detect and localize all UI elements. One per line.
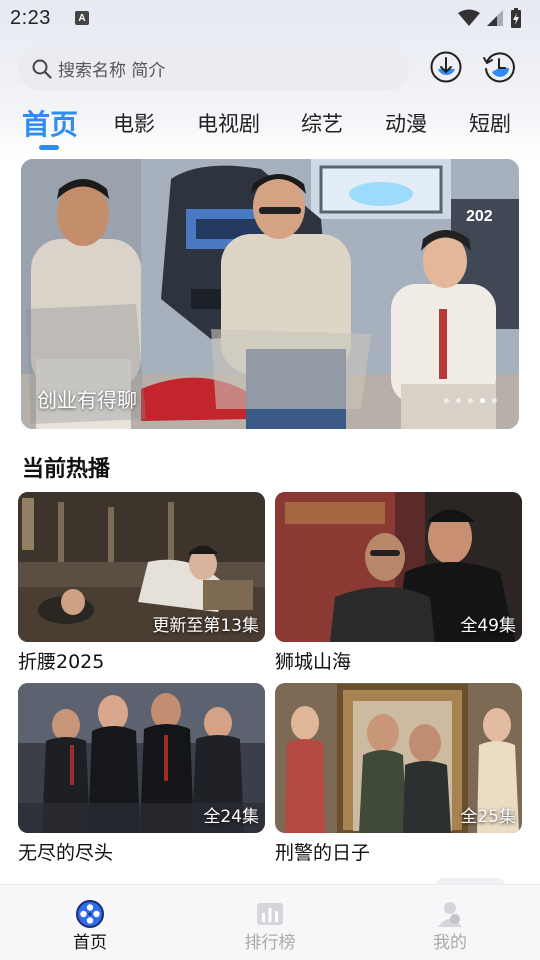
nav-label: 首页 [73,933,107,953]
featured-banner[interactable]: 202 创业有得聊 [21,159,519,429]
card-title: 刑警的日子 [275,842,371,864]
carousel-dot-active [480,398,485,403]
card-title: 折腰2025 [18,651,105,673]
status-bar: 2:23 A [0,0,540,36]
card-poster: 全25集 [275,683,522,833]
card-item[interactable]: 全49集 狮城山海 [275,492,522,674]
nav-ranking[interactable]: 排行榜 [210,885,330,960]
search-icon [32,59,52,79]
search-input[interactable]: 搜索名称 简介 [18,46,409,91]
tab-home[interactable]: 首页 [22,103,78,143]
card-item[interactable]: 全25集 刑警的日子 [275,683,522,865]
carousel-dots [444,398,497,403]
card-poster: 全24集 [18,683,265,833]
tab-indicator [39,145,59,150]
signal-icon [487,10,503,26]
wifi-icon [458,9,480,26]
episode-badge: 全25集 [460,807,516,827]
tab-movies[interactable]: 电影 [113,108,155,138]
episode-badge: 全49集 [460,616,516,636]
nav-label: 排行榜 [244,933,296,953]
status-time: 2:23 [10,6,51,29]
section-title: 当前热播 [22,457,111,482]
card-title: 狮城山海 [275,651,352,673]
carousel-dot [444,398,449,403]
nav-home[interactable]: 首页 [30,885,150,960]
bottom-nav: 首页 排行榜 我的 [0,884,540,960]
banner-logo: 202 [466,208,493,225]
episode-badge: 更新至第13集 [152,616,259,636]
episode-badge: 全24集 [203,807,259,827]
download-icon[interactable] [429,50,463,84]
tab-anime[interactable]: 动漫 [385,108,427,138]
nav-label: 我的 [433,933,467,953]
user-icon [438,902,462,927]
carousel-dot [492,398,497,403]
tab-tv-series[interactable]: 电视剧 [197,108,260,138]
film-reel-icon [76,900,104,928]
banner-caption: 创业有得聊 [37,388,137,412]
nav-profile[interactable]: 我的 [390,885,510,960]
carousel-dot [456,398,461,403]
card-item[interactable]: 全24集 无尽的尽头 [18,683,265,865]
history-icon[interactable] [482,50,516,84]
card-poster: 更新至第13集 [18,492,265,642]
category-tabs: 首页 电影 电视剧 综艺 动漫 短剧 [0,100,540,150]
tab-short-drama[interactable]: 短剧 [469,108,511,138]
card-item[interactable]: 更新至第13集 折腰2025 [18,492,265,674]
search-placeholder: 搜索名称 简介 [58,61,166,81]
tab-variety[interactable]: 综艺 [301,108,343,138]
notification-icon: A [74,11,89,25]
card-poster: 全49集 [275,492,522,642]
card-title: 无尽的尽头 [18,842,114,864]
carousel-dot [468,398,473,403]
chart-icon [257,903,283,925]
battery-icon [511,8,521,28]
